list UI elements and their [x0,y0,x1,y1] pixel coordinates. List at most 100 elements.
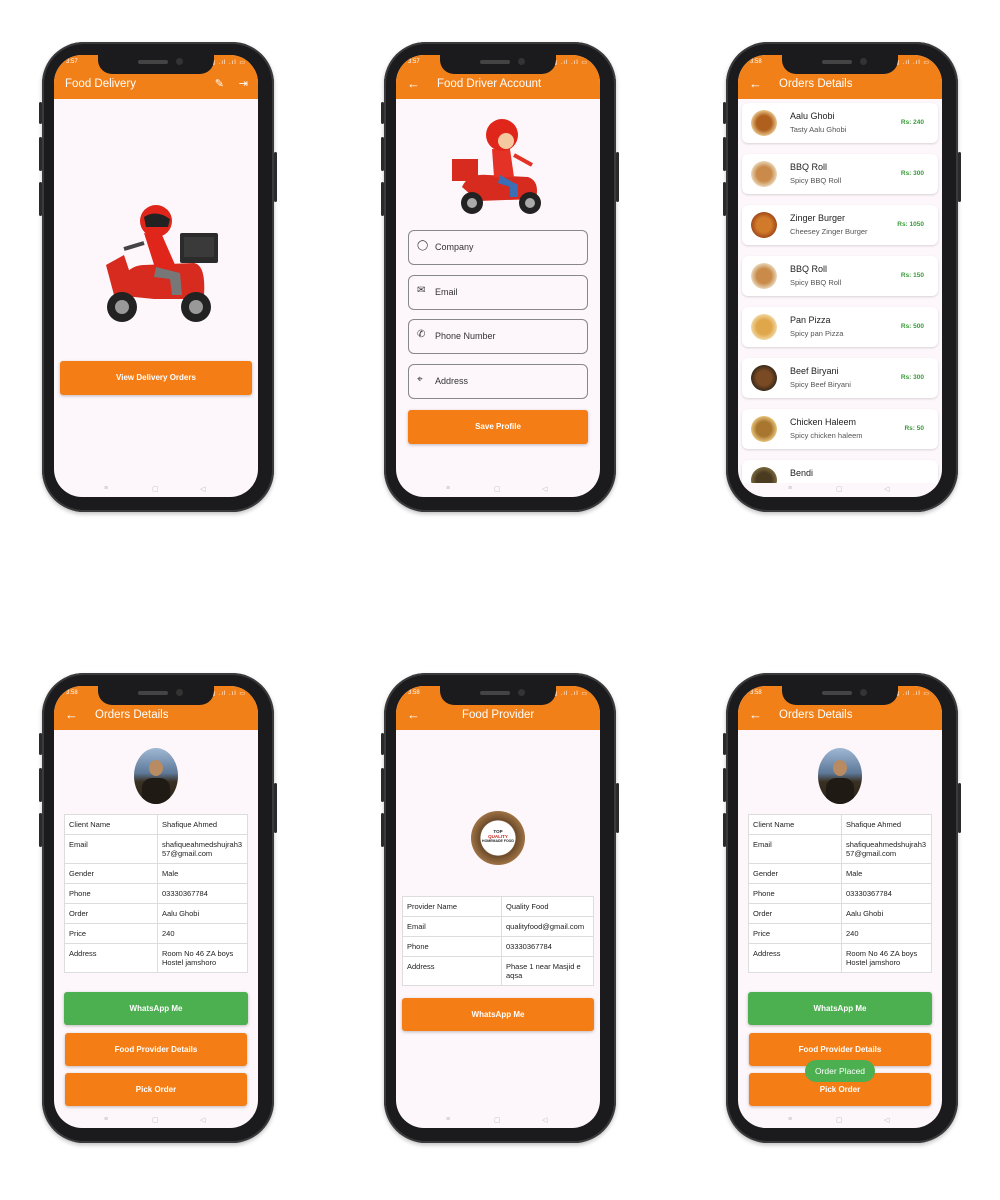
status-time: 3:58 [750,690,762,696]
back-nav-icon[interactable]: ◁ [200,1116,205,1124]
orders-list[interactable]: Aalu Ghobi Tasty Aalu Ghobi Rs: 240 BBQ … [738,99,942,483]
item-price: Rs: 50 [904,425,924,432]
company-field[interactable]: ◯ Company [408,230,588,265]
recent-apps-icon[interactable]: ≡ [446,1116,450,1123]
scooter-rider-illustration [106,205,218,322]
list-item[interactable]: Beef Biryani Spicy Beef Biryani Rs: 300 [742,358,938,398]
item-desc: Tasty Aalu Ghobi [790,125,847,134]
back-arrow-icon[interactable]: ← [407,76,420,91]
food-thumbnail [751,365,777,391]
recent-apps-icon[interactable]: ≡ [788,1116,792,1123]
back-nav-icon[interactable]: ◁ [200,485,205,493]
avatar [818,748,862,804]
home-icon[interactable]: ▢ [152,485,159,493]
whatsapp-button[interactable]: WhatsApp Me [64,992,248,1025]
recent-apps-icon[interactable]: ≡ [788,485,792,492]
page-title: Orders Details [779,78,853,90]
table-row: Email shafiqueahmedshujrah357@gmail.com [748,834,932,864]
row-value: Quality Food [501,896,594,917]
back-arrow-icon[interactable]: ← [749,76,762,91]
recent-apps-icon[interactable]: ≡ [104,1116,108,1123]
back-arrow-icon[interactable]: ← [407,707,420,722]
page-title: Food Delivery [65,78,136,90]
row-value: Room No 46 ZA boys Hostel jamshoro [841,943,932,973]
home-icon[interactable]: ▢ [152,1116,159,1124]
item-name: Beef Biryani [790,366,839,376]
row-label: Price [64,923,158,944]
row-value: qualityfood@gmail.com [501,916,594,937]
screen: 3:58 ▮▮ .ıl .ıl ▭ ← Food Provider TOP QU… [396,686,600,1128]
view-delivery-orders-button[interactable]: View Delivery Orders [60,361,252,395]
status-time: 3:57 [408,59,420,65]
screen: 3:57 ▮▮ .ıl .ıl ▭ ← Food Driver Account … [396,55,600,497]
item-price: Rs: 300 [900,170,924,177]
food-thumbnail [751,314,777,340]
item-price: Rs: 500 [900,323,924,330]
back-nav-icon[interactable]: ◁ [542,485,547,493]
email-field[interactable]: ✉ Email [408,275,588,310]
logout-icon[interactable]: ⇥ [239,77,248,90]
list-item[interactable]: Chicken Haleem Spicy chicken haleem Rs: … [742,409,938,449]
list-item[interactable]: Aalu Ghobi Tasty Aalu Ghobi Rs: 240 [742,103,938,143]
person-icon: ◯ [417,240,429,251]
edit-icon[interactable]: ✎ [215,77,224,90]
location-pin-icon: ⌖ [417,374,423,385]
back-arrow-icon[interactable]: ← [749,707,762,722]
row-label: Client Name [64,814,158,835]
back-nav-icon[interactable]: ◁ [542,1116,547,1124]
list-item[interactable]: Pan Pizza Spicy pan Pizza Rs: 500 [742,307,938,347]
table-row: Client Name Shafique Ahmed [748,814,932,835]
app-bar: ← Orders Details [54,702,258,730]
whatsapp-button[interactable]: WhatsApp Me [748,992,932,1025]
row-label: Email [748,834,842,864]
item-price: Rs: 300 [900,374,924,381]
address-field[interactable]: ⌖ Address [408,364,588,399]
page-title: Food Provider [462,709,535,721]
delivery-scooter-illustration [452,119,541,214]
food-provider-details-button[interactable]: Food Provider Details [65,1033,247,1066]
row-label: Client Name [748,814,842,835]
row-label: Gender [64,863,158,884]
pick-order-button[interactable]: Pick Order [65,1073,247,1106]
back-nav-icon[interactable]: ◁ [884,485,889,493]
screen: 3:58 ▮▮ .ıl .ıl ▭ ← Orders Details Clien… [54,686,258,1128]
home-icon[interactable]: ▢ [836,485,843,493]
list-item[interactable]: Zinger Burger Cheesey Zinger Burger Rs: … [742,205,938,245]
table-row: Gender Male [748,863,932,884]
row-value: Male [157,863,248,884]
food-thumbnail [751,161,777,187]
row-label: Address [748,943,842,973]
whatsapp-button[interactable]: WhatsApp Me [402,998,594,1031]
table-row: Order Aalu Ghobi [748,903,932,924]
table-row: Email shafiqueahmedshujrah357@gmail.com [64,834,248,864]
item-name: Bendi [790,468,814,478]
list-item[interactable]: Bendi [742,460,938,483]
recent-apps-icon[interactable]: ≡ [104,485,108,492]
phone-number-field[interactable]: ✆ Phone Number [408,319,588,354]
row-value: Room No 46 ZA boys Hostel jamshoro [157,943,248,973]
home-icon[interactable]: ▢ [494,485,501,493]
row-value: Male [841,863,932,884]
back-nav-icon[interactable]: ◁ [884,1116,889,1124]
home-icon[interactable]: ▢ [836,1116,843,1124]
screen: 3:58 ▮▮ .ıl .ıl ▭ ← Orders Details Clien… [738,686,942,1128]
list-item[interactable]: BBQ Roll Spicy BBQ Roll Rs: 150 [742,256,938,296]
item-name: BBQ Roll [790,264,828,274]
logo-text-line: HOMEMADE FOOD [482,839,514,843]
row-label: Price [748,923,842,944]
back-arrow-icon[interactable]: ← [65,707,78,722]
avatar [134,748,178,804]
system-nav-bar: ≡ ▢ ◁ [738,483,942,497]
table-row: Address Phase 1 near Masjid e aqsa [402,956,594,986]
item-desc: Spicy BBQ Roll [790,278,842,287]
table-row: Phone 03330367784 [402,936,594,957]
home-icon[interactable]: ▢ [494,1116,501,1124]
item-price: Rs: 1050 [897,221,924,228]
item-desc: Spicy Beef Biryani [790,380,851,389]
recent-apps-icon[interactable]: ≡ [446,485,450,492]
save-profile-button[interactable]: Save Profile [408,410,588,444]
phone-driver-account: 3:57 ▮▮ .ıl .ıl ▭ ← Food Driver Account … [381,42,619,512]
list-item[interactable]: BBQ Roll Spicy BBQ Roll Rs: 300 [742,154,938,194]
item-desc: Spicy BBQ Roll [790,176,842,185]
item-name: Pan Pizza [790,315,831,325]
